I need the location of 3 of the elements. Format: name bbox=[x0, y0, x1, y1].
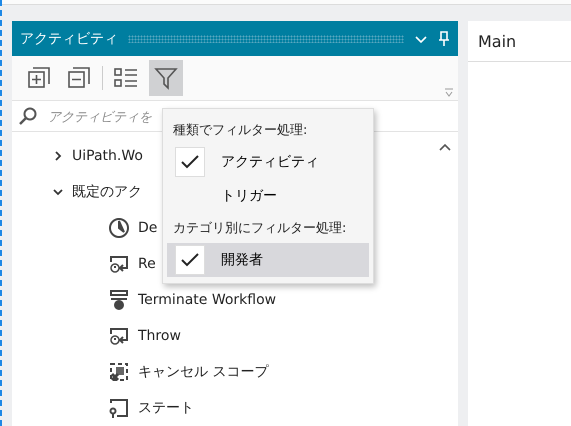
menu-header: カテゴリ別にフィルター処理: bbox=[172, 220, 348, 238]
panel-title: アクティビティ bbox=[20, 30, 118, 48]
menu-header: 種類でフィルター処理: bbox=[172, 122, 308, 140]
